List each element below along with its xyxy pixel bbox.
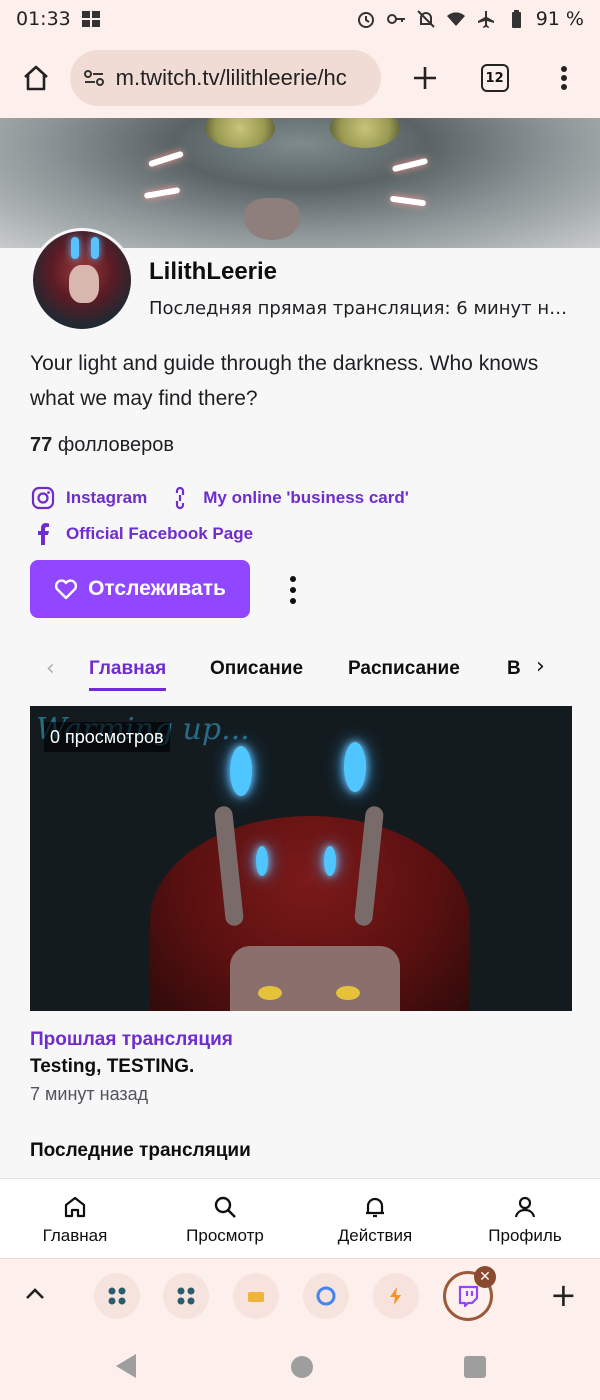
folder-icon bbox=[248, 1292, 264, 1302]
app-grid-icon bbox=[108, 1287, 126, 1305]
browser-menu-button[interactable] bbox=[542, 56, 586, 100]
channel-bio: Your light and guide through the darknes… bbox=[30, 352, 539, 410]
home-circle-icon[interactable] bbox=[291, 1356, 313, 1378]
address-bar[interactable]: m.twitch.tv/lilithleerie/hc bbox=[69, 50, 382, 106]
business-card-link[interactable]: My online 'business card' bbox=[167, 485, 409, 511]
app-grid-icon bbox=[177, 1287, 195, 1305]
link-icon bbox=[167, 485, 193, 511]
follow-button[interactable]: Отслеживать bbox=[30, 560, 250, 618]
nav-profile[interactable]: Профиль bbox=[450, 1179, 600, 1258]
browser-home-button[interactable] bbox=[14, 56, 58, 100]
new-tab-button[interactable] bbox=[403, 56, 447, 100]
instagram-link[interactable]: Instagram bbox=[30, 485, 147, 511]
past-stream-label[interactable]: Прошлая трансляция bbox=[30, 1029, 233, 1051]
nav-home[interactable]: Главная bbox=[0, 1179, 150, 1258]
followers-count: 77 фолловеров bbox=[30, 434, 175, 456]
view-count-badge: 0 просмотров bbox=[44, 722, 170, 752]
url-text: m.twitch.tv/lilithleerie/hc bbox=[115, 65, 347, 90]
group-tab-5[interactable] bbox=[373, 1273, 419, 1319]
wifi-icon bbox=[446, 12, 465, 26]
chevron-right-icon[interactable]: › bbox=[536, 654, 545, 679]
lightning-icon bbox=[390, 1287, 401, 1305]
heart-icon bbox=[55, 579, 78, 600]
google-icon bbox=[316, 1286, 336, 1306]
user-icon bbox=[513, 1192, 537, 1222]
tab-schedule[interactable]: Расписание bbox=[348, 658, 460, 680]
nav-browse[interactable]: Просмотр bbox=[150, 1179, 300, 1258]
key-icon bbox=[386, 14, 405, 24]
kebab-menu-icon bbox=[561, 66, 568, 90]
recents-icon[interactable] bbox=[464, 1356, 486, 1378]
browser-toolbar: m.twitch.tv/lilithleerie/hc 12 bbox=[0, 38, 600, 118]
tab-about[interactable]: Описание bbox=[210, 658, 303, 680]
channel-avatar[interactable] bbox=[30, 228, 134, 332]
tab-switcher-button[interactable]: 12 bbox=[473, 56, 517, 100]
home-icon bbox=[23, 65, 48, 91]
tab-count: 12 bbox=[480, 64, 509, 92]
airplane-icon bbox=[477, 11, 494, 28]
chevron-up-icon[interactable] bbox=[22, 1281, 48, 1307]
facebook-link[interactable]: Official Facebook Page bbox=[30, 521, 253, 547]
instagram-icon bbox=[30, 485, 56, 511]
add-tab-icon[interactable]: + bbox=[550, 1279, 577, 1311]
back-icon[interactable] bbox=[116, 1354, 136, 1378]
past-stream-time: 7 минут назад bbox=[30, 1084, 149, 1104]
mute-icon bbox=[417, 10, 435, 28]
more-options-button[interactable] bbox=[278, 570, 308, 610]
recent-streams-heading: Последние трансляции bbox=[30, 1140, 251, 1161]
plus-icon bbox=[413, 67, 436, 89]
facebook-icon bbox=[30, 521, 56, 547]
channel-tabs: ‹ Главная Описание Расписание В › bbox=[0, 644, 600, 696]
group-tab-2[interactable] bbox=[163, 1273, 209, 1319]
chevron-left-icon[interactable]: ‹ bbox=[46, 656, 55, 681]
nav-activity[interactable]: Действия bbox=[300, 1179, 450, 1258]
home-icon bbox=[63, 1192, 87, 1222]
tab-home[interactable]: Главная bbox=[89, 658, 167, 691]
twitch-icon bbox=[458, 1285, 479, 1307]
alarm-icon bbox=[357, 12, 374, 28]
social-links: Instagram My online 'business card' Offi… bbox=[30, 480, 590, 552]
battery-icon bbox=[511, 10, 521, 28]
channel-name: LilithLeerie bbox=[149, 258, 278, 285]
group-tab-1[interactable] bbox=[94, 1273, 140, 1319]
tab-group-bar: + bbox=[0, 1258, 600, 1332]
close-icon[interactable]: ✕ bbox=[474, 1266, 496, 1288]
tab-videos[interactable]: В bbox=[507, 658, 521, 680]
search-icon bbox=[213, 1192, 237, 1222]
status-time: 01:33 bbox=[16, 8, 71, 30]
past-stream-title[interactable]: Testing, TESTING. bbox=[30, 1056, 194, 1078]
group-tab-4[interactable] bbox=[303, 1273, 349, 1319]
system-navigation bbox=[0, 1332, 600, 1400]
site-settings-icon[interactable] bbox=[82, 66, 106, 90]
bell-icon bbox=[363, 1192, 387, 1222]
group-tab-3[interactable] bbox=[233, 1273, 279, 1319]
status-bar: 01:33 91 % bbox=[0, 0, 600, 38]
bottom-navigation: Главная Просмотр Действия Профиль bbox=[0, 1178, 600, 1258]
battery-level: 91 % bbox=[535, 8, 584, 30]
last-stream-info: Последняя прямая трансляция: 6 минут наз… bbox=[149, 298, 574, 319]
app-grid-icon bbox=[81, 11, 100, 27]
